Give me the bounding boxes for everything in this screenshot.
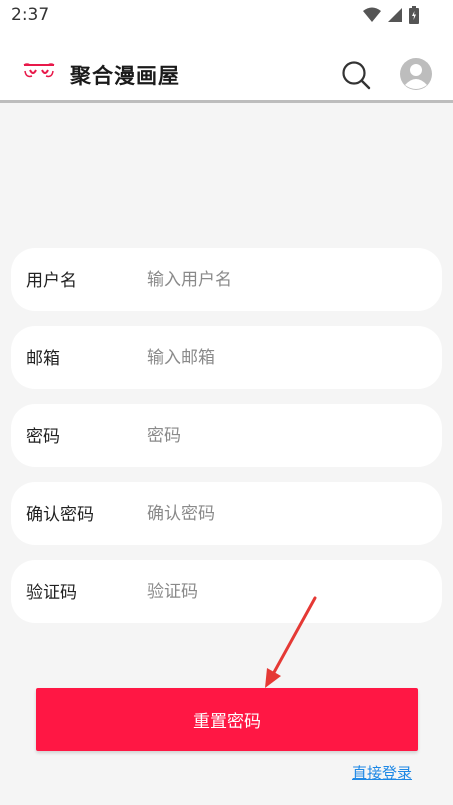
verification-code-input[interactable]	[147, 576, 417, 608]
wifi-icon	[363, 7, 381, 22]
password-label: 密码	[26, 427, 60, 447]
status-time: 2:37	[11, 5, 50, 25]
direct-login-link[interactable]: 直接登录	[352, 762, 412, 783]
verification-code-field: 验证码	[11, 560, 442, 623]
email-label: 邮箱	[26, 349, 60, 369]
battery-icon	[409, 6, 419, 24]
email-input[interactable]	[147, 342, 417, 374]
password-input[interactable]	[147, 420, 417, 452]
app-bar: 聚合漫画屋	[0, 32, 453, 103]
annotation-arrow-icon	[265, 596, 317, 688]
logo-icon	[23, 63, 55, 78]
username-field: 用户名	[11, 248, 442, 311]
reset-password-button[interactable]: 重置密码	[36, 688, 418, 751]
confirm-password-label: 确认密码	[26, 505, 94, 525]
verification-code-label: 验证码	[26, 583, 77, 603]
email-field: 邮箱	[11, 326, 442, 389]
status-icons	[363, 6, 419, 24]
signal-icon	[388, 8, 402, 22]
confirm-password-field: 确认密码	[11, 482, 442, 545]
app-title: 聚合漫画屋	[70, 64, 180, 88]
username-input[interactable]	[147, 264, 417, 296]
confirm-password-input[interactable]	[147, 498, 417, 530]
status-bar: 2:37	[0, 0, 453, 32]
password-field: 密码	[11, 404, 442, 467]
avatar-icon[interactable]	[399, 57, 433, 91]
username-label: 用户名	[26, 271, 77, 291]
search-icon[interactable]	[340, 59, 372, 91]
